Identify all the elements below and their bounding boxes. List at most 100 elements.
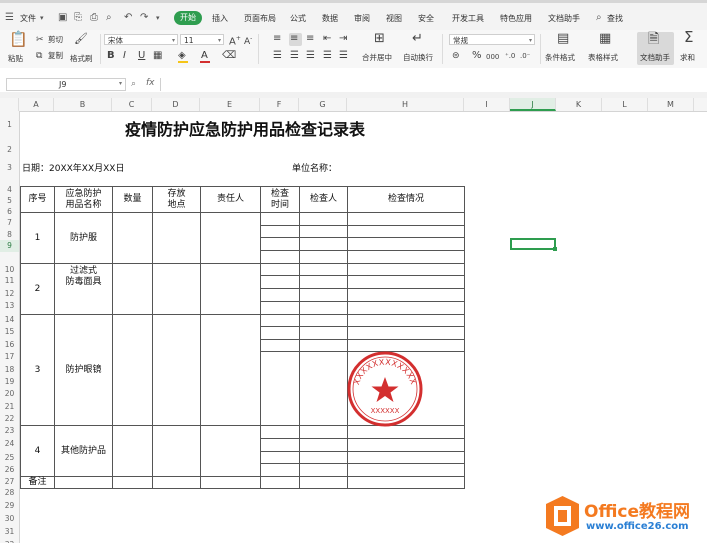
item-seq[interactable]: 1: [21, 213, 54, 263]
search-label[interactable]: 查找: [607, 13, 623, 25]
conditional-format-button[interactable]: 条件格式: [545, 53, 575, 63]
item-name[interactable]: 过滤式 防毒面具: [55, 264, 112, 290]
merge-center-icon[interactable]: ⊞: [374, 32, 385, 45]
row-header[interactable]: 24: [0, 438, 19, 450]
decrease-font-icon[interactable]: A-: [244, 33, 252, 48]
column-header-d[interactable]: D: [152, 98, 200, 111]
item-seq[interactable]: 2: [21, 264, 54, 314]
save-icon[interactable]: ▣: [58, 12, 67, 24]
decrease-decimal-icon[interactable]: .0⁻: [520, 50, 530, 62]
print-icon[interactable]: ⎙: [90, 12, 98, 24]
item-name[interactable]: 防护服: [55, 213, 112, 263]
header-quantity[interactable]: 数量: [113, 187, 152, 212]
column-header-i[interactable]: I: [464, 98, 510, 111]
row-header[interactable]: 12: [0, 288, 19, 300]
doc-assistant-button[interactable]: 文档助手: [640, 53, 670, 63]
row-header[interactable]: 14: [0, 314, 19, 326]
row-header[interactable]: 16: [0, 339, 19, 351]
conditional-format-icon[interactable]: ▤: [557, 32, 569, 45]
tab-developer[interactable]: 开发工具: [452, 13, 484, 25]
column-header-e[interactable]: E: [200, 98, 260, 111]
wrap-text-button[interactable]: 自动换行: [403, 53, 433, 63]
row-header[interactable]: 23: [0, 425, 19, 437]
tab-data[interactable]: 数据: [322, 13, 338, 25]
indent-decrease-icon[interactable]: ⇤: [323, 33, 331, 45]
column-header-l[interactable]: L: [602, 98, 648, 111]
tab-special-apps[interactable]: 特色应用: [500, 13, 532, 25]
thousands-button[interactable]: 000: [486, 51, 499, 63]
search-icon[interactable]: ⌕: [596, 12, 602, 24]
row-header[interactable]: 11: [0, 275, 19, 287]
distributed-icon[interactable]: ☰: [339, 50, 348, 62]
date-label[interactable]: 日期：20XX年XX月XX日: [22, 161, 124, 174]
header-item-name[interactable]: 应急防护 用品名称: [55, 187, 112, 212]
remark-label[interactable]: 备注: [21, 477, 54, 488]
font-name-select[interactable]: 宋体 ▾: [104, 34, 178, 45]
paste-button[interactable]: 粘贴: [8, 54, 23, 64]
print-preview-icon[interactable]: ⌕: [106, 12, 112, 24]
tab-page-layout[interactable]: 页面布局: [244, 13, 276, 25]
header-status[interactable]: 检查情况: [348, 187, 464, 212]
column-header-c[interactable]: C: [112, 98, 152, 111]
column-header-k[interactable]: K: [556, 98, 602, 111]
sum-icon[interactable]: Σ: [684, 30, 693, 45]
row-header[interactable]: 20: [0, 388, 19, 400]
column-header-b[interactable]: B: [54, 98, 112, 111]
header-seq[interactable]: 序号: [21, 187, 54, 212]
row-header[interactable]: 13: [0, 300, 19, 312]
align-center-icon[interactable]: ☰: [290, 50, 299, 62]
column-header-j[interactable]: J: [510, 98, 556, 111]
doc-assistant-icon[interactable]: 🗎: [648, 32, 659, 46]
header-storage-place[interactable]: 存放 地点: [153, 187, 200, 212]
item-seq[interactable]: 4: [21, 426, 54, 476]
copy-icon[interactable]: ⧉: [36, 50, 42, 62]
table-style-button[interactable]: 表格样式: [588, 53, 618, 63]
align-middle-icon[interactable]: ≡: [290, 33, 298, 45]
format-painter-button[interactable]: 格式刷: [70, 54, 93, 64]
item-seq[interactable]: 3: [21, 315, 54, 425]
chevron-down-icon[interactable]: ▾: [156, 12, 160, 24]
chevron-down-icon[interactable]: ▾: [119, 80, 122, 87]
clear-format-icon[interactable]: ⌫: [222, 50, 236, 62]
border-icon[interactable]: ▦: [153, 50, 162, 62]
item-name[interactable]: 其他防护品: [55, 426, 112, 476]
chevron-down-icon[interactable]: ▾: [40, 12, 44, 24]
row-header[interactable]: 19: [0, 376, 19, 388]
justify-icon[interactable]: ☰: [323, 50, 332, 62]
row-header[interactable]: 1: [0, 119, 19, 131]
sheet-title[interactable]: 疫情防护应急防护用品检查记录表: [60, 116, 430, 140]
column-header-m[interactable]: M: [648, 98, 694, 111]
unit-name-label[interactable]: 单位名称：: [292, 161, 337, 174]
align-left-icon[interactable]: ☰: [273, 50, 282, 62]
font-size-select[interactable]: 11 ▾: [180, 34, 224, 45]
row-header[interactable]: 22: [0, 413, 19, 425]
row-header[interactable]: 26: [0, 464, 19, 476]
paste-icon[interactable]: 📋: [9, 32, 28, 47]
copy-button[interactable]: 复制: [48, 51, 63, 61]
row-header[interactable]: 28: [0, 487, 19, 499]
undo-icon[interactable]: ↶: [124, 12, 132, 24]
tab-doc-assistant[interactable]: 文档助手: [548, 13, 580, 25]
export-icon[interactable]: ⎘: [74, 12, 82, 24]
indent-increase-icon[interactable]: ⇥: [339, 33, 347, 45]
format-painter-icon[interactable]: 🖌: [74, 33, 88, 45]
fill-handle[interactable]: [553, 247, 557, 251]
hamburger-menu-icon[interactable]: ☰: [5, 12, 14, 24]
bold-button[interactable]: B: [107, 50, 115, 62]
tab-formulas[interactable]: 公式: [290, 13, 306, 25]
number-format-select[interactable]: 常规 ▾: [449, 34, 535, 45]
column-header-a[interactable]: A: [19, 98, 54, 111]
tab-view[interactable]: 视图: [386, 13, 402, 25]
cut-button[interactable]: 剪切: [48, 35, 63, 45]
redo-icon[interactable]: ↷: [140, 12, 148, 24]
tab-insert[interactable]: 插入: [212, 13, 228, 25]
header-inspector[interactable]: 检查人: [300, 187, 347, 212]
tab-security[interactable]: 安全: [418, 13, 434, 25]
underline-button[interactable]: U: [138, 50, 145, 62]
italic-button[interactable]: I: [123, 50, 126, 62]
wrap-text-icon[interactable]: ↵: [412, 32, 423, 45]
select-all-corner[interactable]: [0, 98, 19, 111]
name-box[interactable]: J9 ▾: [6, 78, 126, 91]
row-header[interactable]: 21: [0, 401, 19, 413]
tab-home[interactable]: 开始: [174, 11, 202, 25]
